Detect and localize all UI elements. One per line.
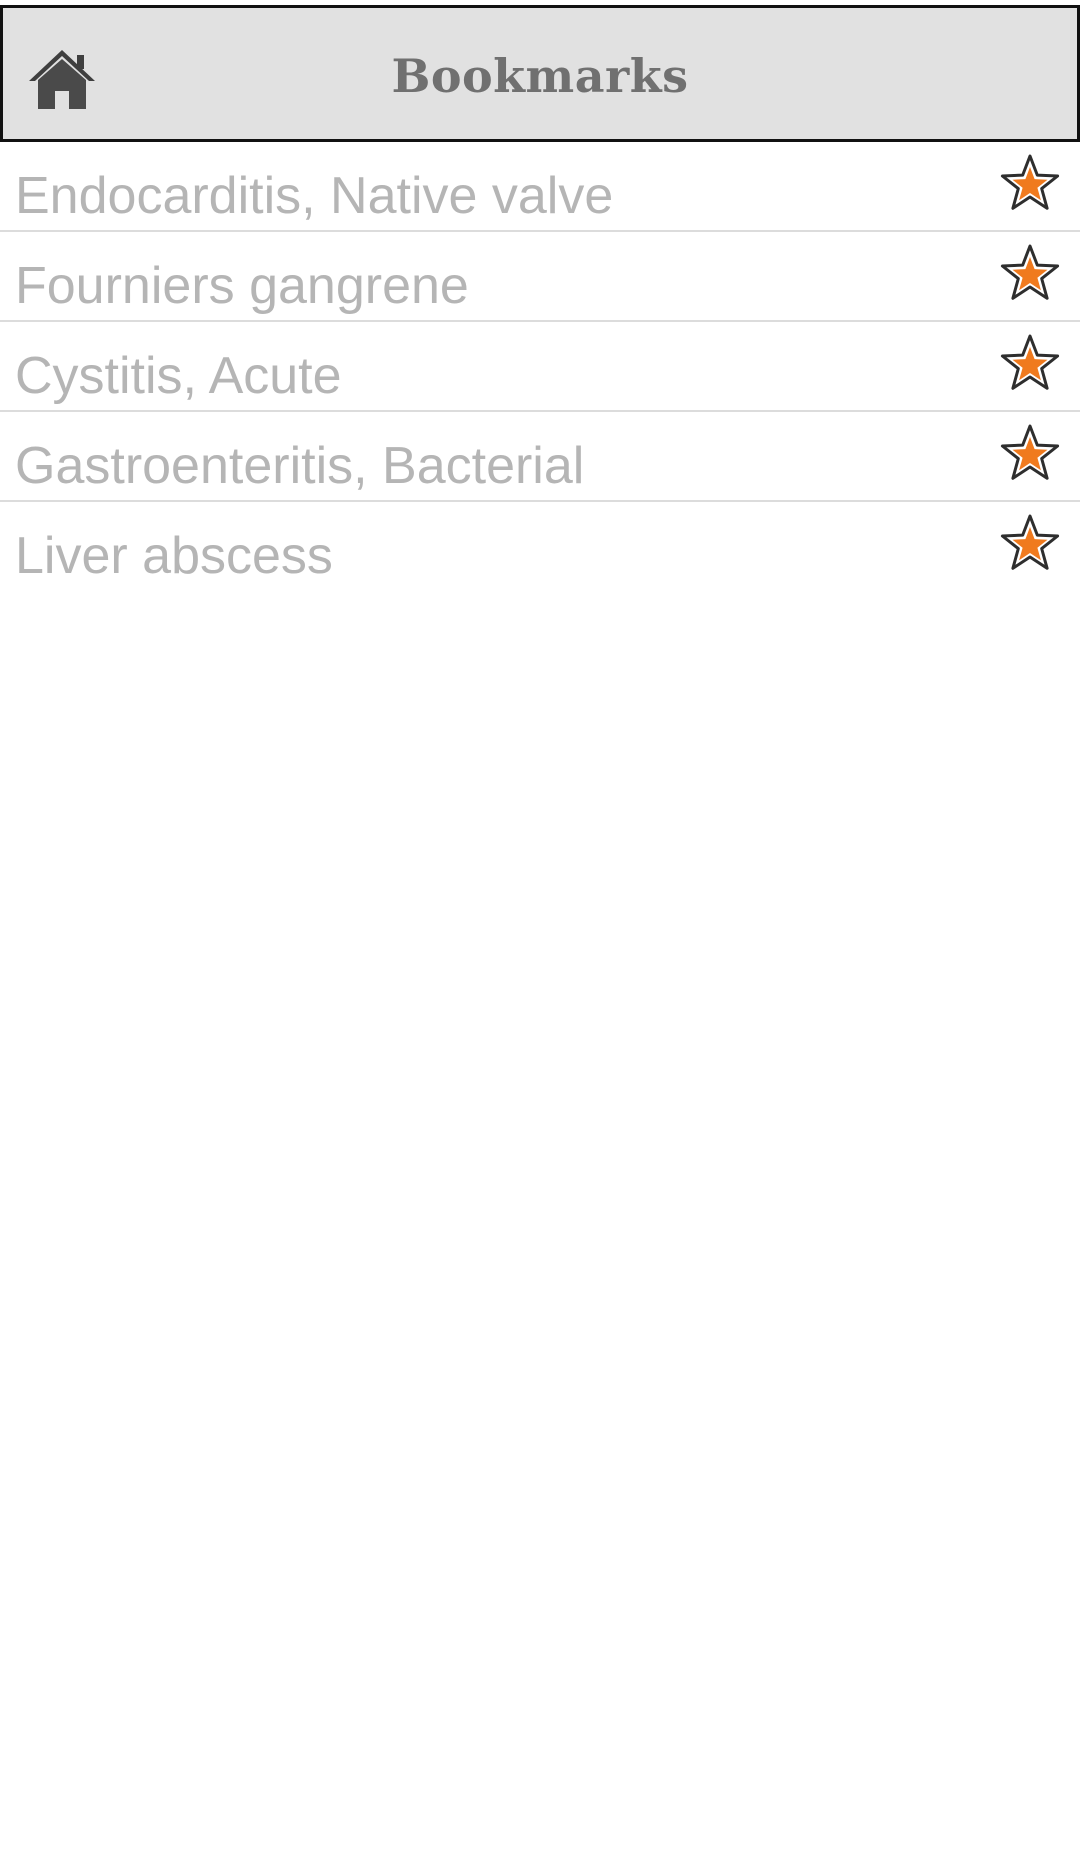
- bookmark-label: Endocarditis, Native valve: [15, 167, 614, 225]
- bookmark-label: Fourniers gangrene: [15, 257, 469, 315]
- bookmark-label: Gastroenteritis, Bacterial: [15, 437, 585, 495]
- star-icon[interactable]: [998, 513, 1062, 577]
- bookmark-list: Endocarditis, Native valve Fourniers gan…: [0, 142, 1080, 590]
- star-icon[interactable]: [998, 333, 1062, 397]
- bookmark-label: Liver abscess: [15, 527, 333, 585]
- bookmark-label: Cystitis, Acute: [15, 347, 342, 405]
- list-item[interactable]: Fourniers gangrene: [0, 232, 1080, 322]
- star-icon[interactable]: [998, 153, 1062, 217]
- star-icon[interactable]: [998, 243, 1062, 307]
- top-bar: Bookmarks: [0, 5, 1080, 142]
- list-item[interactable]: Endocarditis, Native valve: [0, 142, 1080, 232]
- list-item[interactable]: Liver abscess: [0, 502, 1080, 590]
- list-item[interactable]: Gastroenteritis, Bacterial: [0, 412, 1080, 502]
- list-item[interactable]: Cystitis, Acute: [0, 322, 1080, 412]
- page-title: Bookmarks: [391, 49, 689, 103]
- star-icon[interactable]: [998, 423, 1062, 487]
